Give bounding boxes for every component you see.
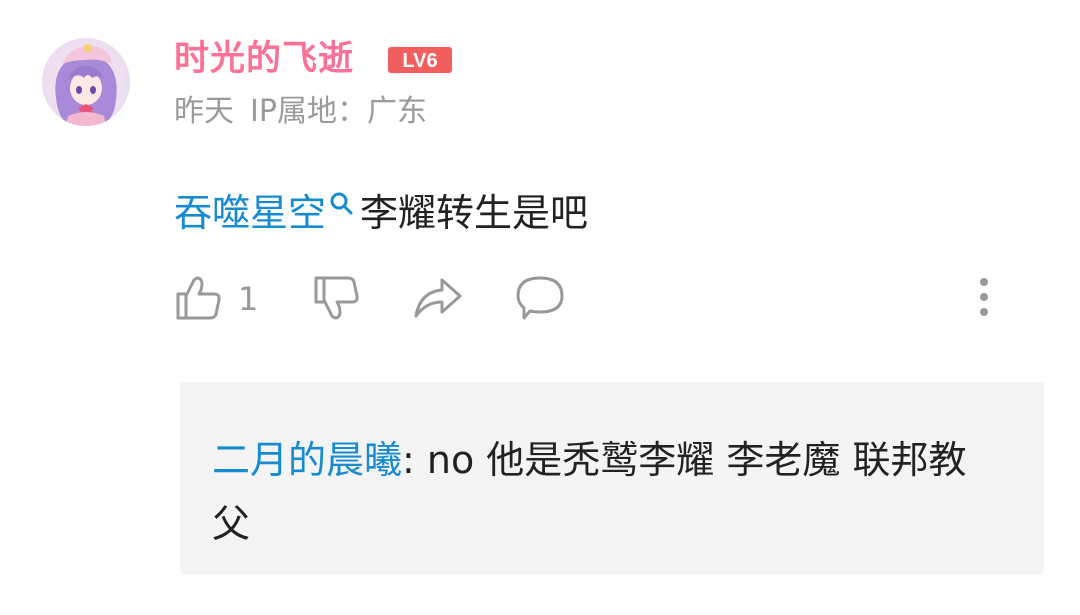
dislike-button[interactable] bbox=[312, 274, 362, 322]
like-count: 1 bbox=[238, 280, 259, 318]
reply-button[interactable] bbox=[514, 274, 566, 322]
comment-bubble-icon bbox=[516, 276, 564, 320]
more-button[interactable] bbox=[970, 276, 998, 320]
thumbs-down-icon bbox=[314, 276, 359, 320]
share-button[interactable] bbox=[412, 274, 464, 322]
level-badge: LV6 bbox=[388, 47, 452, 73]
comment-meta: 昨天 IP属地：广东 bbox=[174, 92, 427, 132]
reply-preview[interactable]: 二月的晨曦: no 他是秃鹫李耀 李老魔 联邦教父 bbox=[180, 382, 1044, 574]
level-label: LV6 bbox=[402, 50, 437, 72]
comment-text: 李耀转生是吧 bbox=[360, 191, 589, 235]
avatar[interactable] bbox=[42, 38, 130, 126]
search-icon bbox=[330, 192, 353, 215]
like-button[interactable] bbox=[174, 274, 224, 322]
comment-body: 吞噬星空 李耀转生是吧 bbox=[174, 188, 588, 238]
thumbs-up-icon bbox=[176, 276, 221, 320]
ip-location: IP属地：广东 bbox=[250, 94, 427, 129]
avatar-image bbox=[42, 38, 130, 126]
keyword-link[interactable]: 吞噬星空 bbox=[174, 191, 360, 235]
more-vertical-icon bbox=[980, 278, 988, 316]
share-icon bbox=[414, 278, 462, 318]
keyword-text: 吞噬星空 bbox=[174, 191, 327, 235]
reply-item: 二月的晨曦: no 他是秃鹫李耀 李老魔 联邦教父 bbox=[212, 428, 972, 556]
username[interactable]: 时光的飞逝 bbox=[174, 36, 354, 82]
reply-username[interactable]: 二月的晨曦 bbox=[212, 438, 402, 482]
post-time: 昨天 bbox=[174, 94, 234, 129]
